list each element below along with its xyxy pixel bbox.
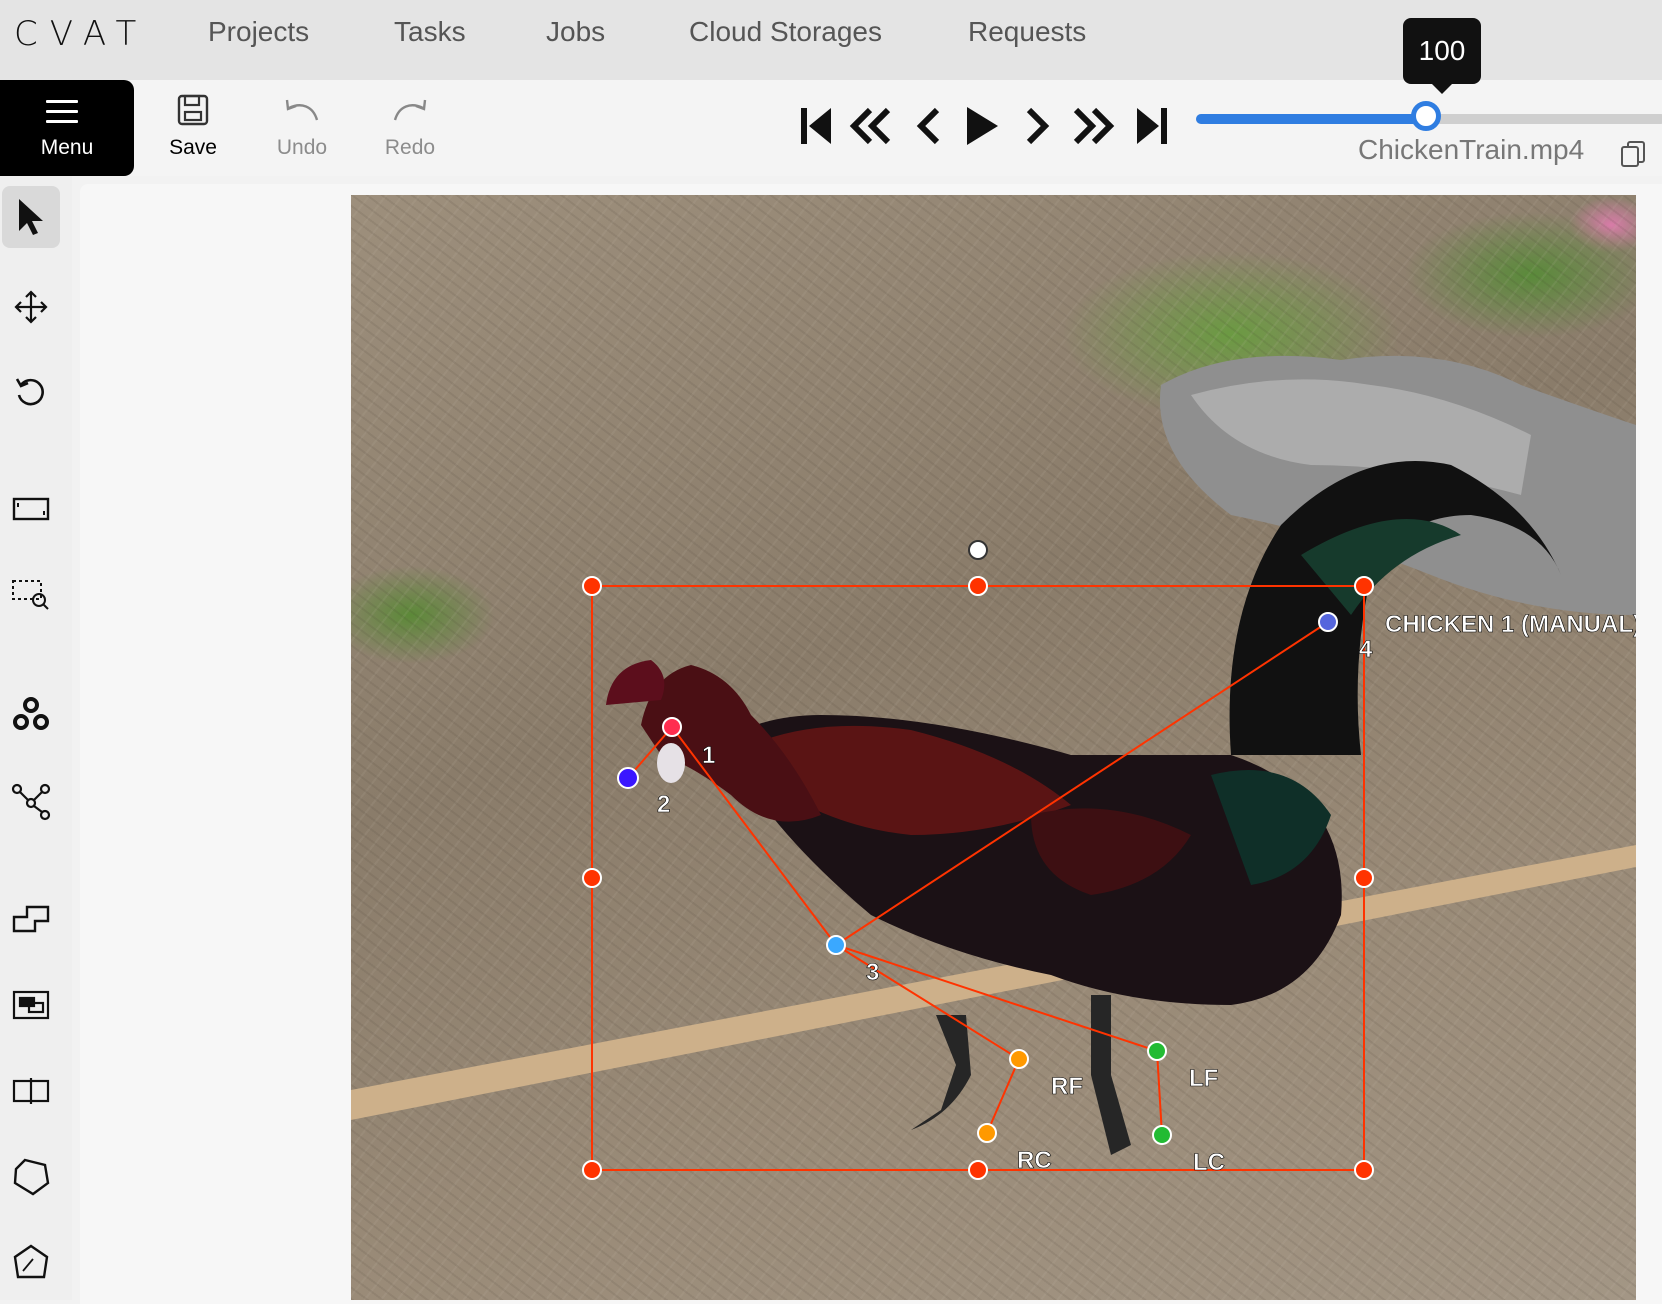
nav-cloud-storages[interactable]: Cloud Storages — [689, 16, 882, 48]
keypoint-label-2: 2 — [657, 791, 670, 818]
keypoint-label-1: 1 — [702, 742, 715, 769]
last-frame-icon[interactable] — [1128, 102, 1176, 150]
ai-tools-icon[interactable] — [2, 684, 60, 746]
video-filename: ChickenTrain.mp4 — [1358, 134, 1585, 165]
rotation-handle[interactable] — [968, 540, 988, 560]
keypoint-3[interactable] — [826, 935, 846, 955]
polygon-icon[interactable] — [2, 1146, 60, 1208]
keypoint-label-rf: RF — [1051, 1073, 1083, 1100]
tools-sidebar — [0, 176, 72, 1300]
keypoint-label-lf: LF — [1189, 1065, 1218, 1092]
split-icon[interactable] — [2, 1060, 60, 1122]
cvat-logo[interactable]: CVAT — [14, 14, 148, 54]
nav-tasks[interactable]: Tasks — [394, 16, 466, 48]
hamburger-icon — [46, 100, 78, 130]
save-label: Save — [169, 136, 217, 159]
undo-icon — [257, 90, 347, 130]
video-frame-image[interactable]: 1 2 3 4 RF RC LF LC CHICKEN 1 (MANUAL) — [351, 195, 1636, 1300]
box-handle-bottom-right[interactable] — [1354, 1160, 1374, 1180]
nav-jobs[interactable]: Jobs — [546, 16, 605, 48]
skeleton-icon[interactable] — [2, 770, 60, 832]
merge-icon[interactable] — [2, 888, 60, 950]
box-handle-top-right[interactable] — [1354, 576, 1374, 596]
keypoint-rc[interactable] — [977, 1123, 997, 1143]
polyline-icon[interactable] — [2, 1232, 60, 1294]
box-handle-bottom-left[interactable] — [582, 1160, 602, 1180]
keypoint-rf[interactable] — [1009, 1049, 1029, 1069]
redo-button[interactable]: Redo — [365, 90, 455, 160]
save-icon — [148, 90, 238, 130]
group-icon[interactable] — [2, 974, 60, 1036]
redo-label: Redo — [384, 136, 436, 159]
frame-slider-fill — [1196, 114, 1433, 124]
save-button[interactable]: Save — [148, 90, 238, 160]
skeleton-edges — [627, 621, 1329, 1136]
keypoint-label-4: 4 — [1359, 636, 1373, 663]
box-handle-top[interactable] — [968, 576, 988, 596]
keypoint-label-rc: RC — [1017, 1147, 1052, 1174]
rotate-icon[interactable] — [2, 362, 60, 424]
first-frame-icon[interactable] — [792, 102, 840, 150]
keypoint-label-3: 3 — [866, 959, 879, 986]
keypoint-lc[interactable] — [1152, 1125, 1172, 1145]
keypoint-2[interactable] — [617, 767, 639, 789]
keypoint-label-lc: LC — [1193, 1149, 1225, 1176]
keypoint-lf[interactable] — [1147, 1041, 1167, 1061]
fit-image-icon[interactable] — [2, 478, 60, 540]
fast-forward-icon[interactable] — [1070, 102, 1118, 150]
undo-button[interactable]: Undo — [257, 90, 347, 160]
box-handle-top-left[interactable] — [582, 576, 602, 596]
nav-requests[interactable]: Requests — [968, 16, 1086, 48]
keypoint-4[interactable] — [1318, 612, 1338, 632]
previous-frame-icon[interactable] — [904, 102, 952, 150]
frame-number-tooltip: 100 — [1403, 18, 1481, 94]
keypoint-1[interactable] — [662, 717, 682, 737]
frame-slider[interactable] — [1196, 101, 1662, 131]
undo-label: Undo — [276, 136, 328, 159]
object-label: CHICKEN 1 (MANUAL) — [1385, 611, 1636, 638]
box-handle-right[interactable] — [1354, 868, 1374, 888]
play-icon[interactable] — [958, 102, 1006, 150]
annotation-overlay: 1 2 3 4 RF RC LF LC CHICKEN 1 (MANUAL) — [582, 540, 1636, 1180]
box-handle-bottom[interactable] — [968, 1160, 988, 1180]
nav-projects[interactable]: Projects — [208, 16, 309, 48]
menu-button[interactable]: Menu — [0, 80, 134, 176]
redo-icon — [365, 90, 455, 130]
box-handle-left[interactable] — [582, 868, 602, 888]
cursor-icon[interactable] — [2, 186, 60, 248]
menu-label: Menu — [40, 136, 94, 159]
move-icon[interactable] — [2, 276, 60, 338]
zoom-region-icon[interactable] — [2, 564, 60, 626]
next-frame-icon[interactable] — [1014, 102, 1062, 150]
copy-icon[interactable] — [1620, 140, 1646, 173]
fast-backward-icon[interactable] — [846, 102, 894, 150]
